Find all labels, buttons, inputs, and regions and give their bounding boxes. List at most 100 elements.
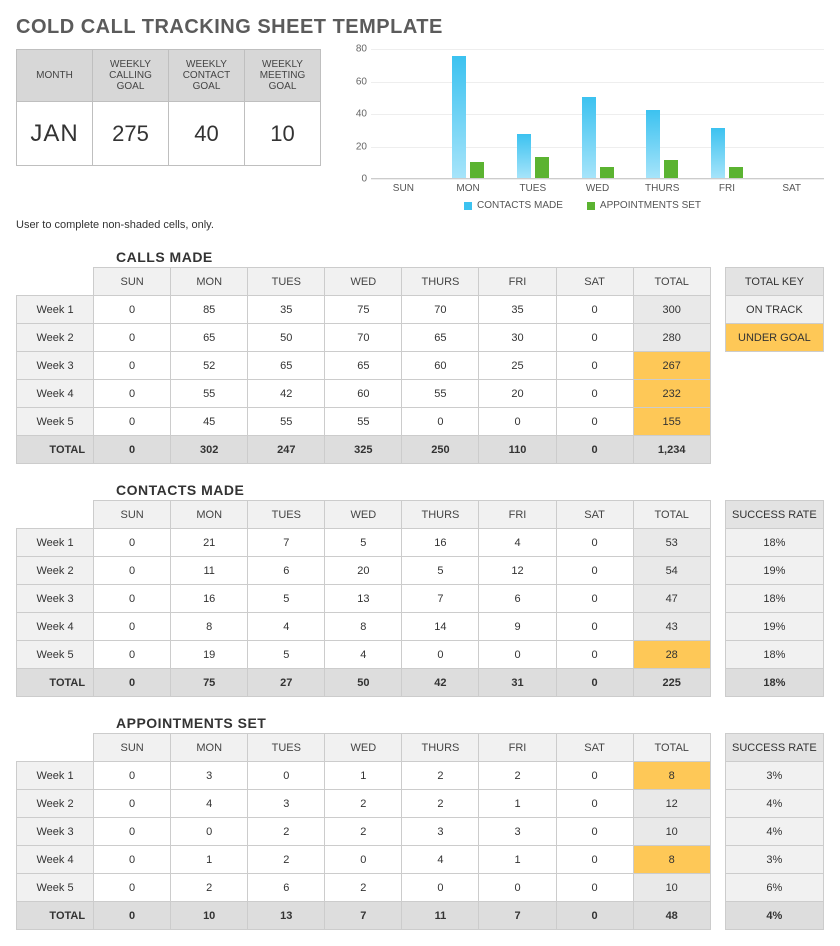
data-cell[interactable]: 5 bbox=[325, 529, 402, 557]
data-cell[interactable]: 2 bbox=[479, 762, 556, 790]
data-cell[interactable]: 0 bbox=[556, 874, 633, 902]
data-cell[interactable]: 45 bbox=[171, 408, 248, 436]
data-cell[interactable]: 4 bbox=[479, 529, 556, 557]
data-cell[interactable]: 5 bbox=[402, 557, 479, 585]
data-cell[interactable]: 0 bbox=[94, 762, 171, 790]
goals-month[interactable]: JAN bbox=[17, 102, 93, 166]
data-cell[interactable]: 0 bbox=[402, 408, 479, 436]
data-cell[interactable]: 0 bbox=[94, 352, 171, 380]
data-cell[interactable]: 16 bbox=[402, 529, 479, 557]
data-cell[interactable]: 0 bbox=[556, 585, 633, 613]
data-cell[interactable]: 1 bbox=[479, 790, 556, 818]
data-cell[interactable]: 0 bbox=[479, 641, 556, 669]
data-cell[interactable]: 2 bbox=[402, 790, 479, 818]
goals-meeting[interactable]: 10 bbox=[245, 102, 321, 166]
data-cell[interactable]: 3 bbox=[171, 762, 248, 790]
data-cell[interactable]: 0 bbox=[402, 641, 479, 669]
data-cell[interactable]: 0 bbox=[94, 846, 171, 874]
data-cell[interactable]: 0 bbox=[325, 846, 402, 874]
data-cell[interactable]: 0 bbox=[94, 641, 171, 669]
data-cell[interactable]: 30 bbox=[479, 324, 556, 352]
data-cell[interactable]: 3 bbox=[479, 818, 556, 846]
data-cell[interactable]: 12 bbox=[479, 557, 556, 585]
data-cell[interactable]: 19 bbox=[171, 641, 248, 669]
data-cell[interactable]: 2 bbox=[325, 790, 402, 818]
data-cell[interactable]: 55 bbox=[402, 380, 479, 408]
data-cell[interactable]: 8 bbox=[325, 613, 402, 641]
data-cell[interactable]: 0 bbox=[556, 641, 633, 669]
data-cell[interactable]: 0 bbox=[94, 613, 171, 641]
data-cell[interactable]: 60 bbox=[402, 352, 479, 380]
data-cell[interactable]: 55 bbox=[248, 408, 325, 436]
data-cell[interactable]: 42 bbox=[248, 380, 325, 408]
data-cell[interactable]: 16 bbox=[171, 585, 248, 613]
data-cell[interactable]: 7 bbox=[402, 585, 479, 613]
data-cell[interactable]: 0 bbox=[556, 296, 633, 324]
data-cell[interactable]: 13 bbox=[325, 585, 402, 613]
data-cell[interactable]: 0 bbox=[556, 790, 633, 818]
data-cell[interactable]: 65 bbox=[248, 352, 325, 380]
data-cell[interactable]: 1 bbox=[325, 762, 402, 790]
data-cell[interactable]: 0 bbox=[94, 790, 171, 818]
data-cell[interactable]: 2 bbox=[325, 818, 402, 846]
data-cell[interactable]: 0 bbox=[479, 874, 556, 902]
data-cell[interactable]: 65 bbox=[171, 324, 248, 352]
data-cell[interactable]: 11 bbox=[171, 557, 248, 585]
data-cell[interactable]: 0 bbox=[556, 529, 633, 557]
data-cell[interactable]: 25 bbox=[479, 352, 556, 380]
data-cell[interactable]: 7 bbox=[248, 529, 325, 557]
data-cell[interactable]: 2 bbox=[248, 846, 325, 874]
data-cell[interactable]: 60 bbox=[325, 380, 402, 408]
data-cell[interactable]: 0 bbox=[94, 529, 171, 557]
data-cell[interactable]: 70 bbox=[325, 324, 402, 352]
data-cell[interactable]: 0 bbox=[94, 874, 171, 902]
data-cell[interactable]: 21 bbox=[171, 529, 248, 557]
data-cell[interactable]: 0 bbox=[94, 408, 171, 436]
data-cell[interactable]: 1 bbox=[171, 846, 248, 874]
data-cell[interactable]: 0 bbox=[94, 585, 171, 613]
data-cell[interactable]: 2 bbox=[325, 874, 402, 902]
data-cell[interactable]: 20 bbox=[325, 557, 402, 585]
data-cell[interactable]: 8 bbox=[171, 613, 248, 641]
data-cell[interactable]: 0 bbox=[556, 380, 633, 408]
data-cell[interactable]: 3 bbox=[402, 818, 479, 846]
data-cell[interactable]: 6 bbox=[248, 557, 325, 585]
data-cell[interactable]: 0 bbox=[94, 380, 171, 408]
data-cell[interactable]: 55 bbox=[325, 408, 402, 436]
data-cell[interactable]: 0 bbox=[556, 324, 633, 352]
data-cell[interactable]: 0 bbox=[94, 324, 171, 352]
data-cell[interactable]: 1 bbox=[479, 846, 556, 874]
data-cell[interactable]: 6 bbox=[479, 585, 556, 613]
data-cell[interactable]: 35 bbox=[248, 296, 325, 324]
data-cell[interactable]: 2 bbox=[171, 874, 248, 902]
data-cell[interactable]: 6 bbox=[248, 874, 325, 902]
data-cell[interactable]: 0 bbox=[556, 762, 633, 790]
data-cell[interactable]: 75 bbox=[325, 296, 402, 324]
data-cell[interactable]: 0 bbox=[248, 762, 325, 790]
data-cell[interactable]: 0 bbox=[556, 613, 633, 641]
data-cell[interactable]: 4 bbox=[402, 846, 479, 874]
data-cell[interactable]: 4 bbox=[171, 790, 248, 818]
data-cell[interactable]: 0 bbox=[479, 408, 556, 436]
data-cell[interactable]: 0 bbox=[94, 818, 171, 846]
data-cell[interactable]: 65 bbox=[402, 324, 479, 352]
goals-calling[interactable]: 275 bbox=[93, 102, 169, 166]
data-cell[interactable]: 50 bbox=[248, 324, 325, 352]
data-cell[interactable]: 0 bbox=[556, 846, 633, 874]
data-cell[interactable]: 0 bbox=[94, 296, 171, 324]
data-cell[interactable]: 65 bbox=[325, 352, 402, 380]
data-cell[interactable]: 4 bbox=[248, 613, 325, 641]
data-cell[interactable]: 0 bbox=[556, 818, 633, 846]
data-cell[interactable]: 9 bbox=[479, 613, 556, 641]
data-cell[interactable]: 55 bbox=[171, 380, 248, 408]
data-cell[interactable]: 52 bbox=[171, 352, 248, 380]
data-cell[interactable]: 0 bbox=[556, 352, 633, 380]
goals-contact[interactable]: 40 bbox=[169, 102, 245, 166]
data-cell[interactable]: 2 bbox=[248, 818, 325, 846]
data-cell[interactable]: 35 bbox=[479, 296, 556, 324]
data-cell[interactable]: 20 bbox=[479, 380, 556, 408]
data-cell[interactable]: 0 bbox=[556, 408, 633, 436]
data-cell[interactable]: 2 bbox=[402, 762, 479, 790]
data-cell[interactable]: 3 bbox=[248, 790, 325, 818]
data-cell[interactable]: 4 bbox=[325, 641, 402, 669]
